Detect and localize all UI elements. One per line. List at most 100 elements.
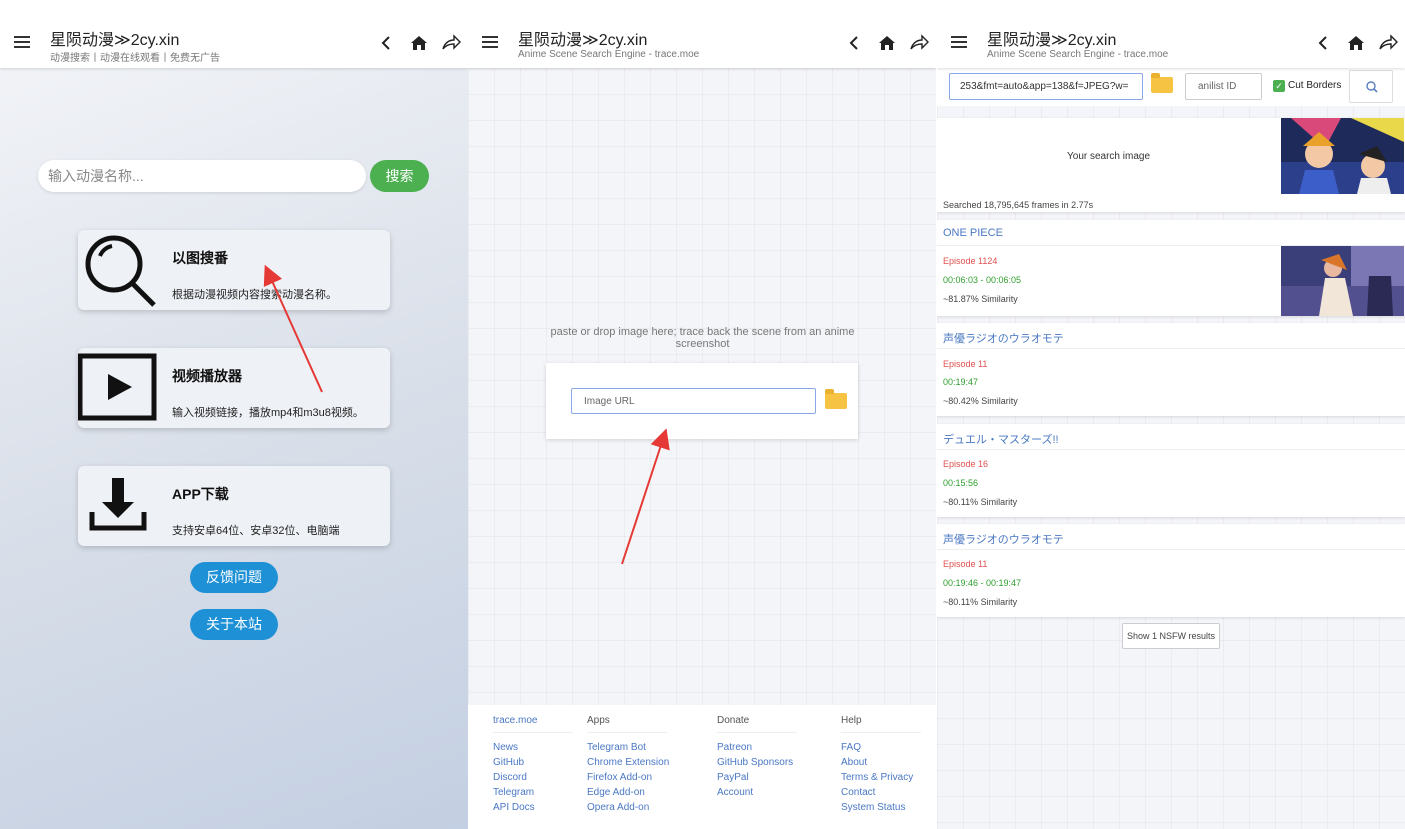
image-url-box [546, 363, 858, 439]
footer-col-donate: Donate Patreon GitHub Sponsors PayPal Ac… [717, 715, 797, 798]
app-title: 星陨动漫≫2cy.xin [50, 32, 180, 49]
footer-link[interactable]: Telegram [493, 787, 573, 798]
footer-link[interactable]: Terms & Privacy [841, 772, 921, 783]
search-button[interactable]: 搜索 [370, 160, 429, 192]
about-button[interactable]: 关于本站 [190, 609, 278, 640]
footer-link[interactable]: GitHub [493, 757, 573, 768]
feature-app-download[interactable]: APP下载 支持安卓64位、安卓32位、电脑端 [78, 466, 390, 546]
footer-link[interactable]: API Docs [493, 802, 573, 813]
result-title[interactable]: 声優ラジオのウラオモテ [943, 330, 1064, 346]
app-bar: 星陨动漫≫2cy.xin Anime Scene Search Engine -… [468, 0, 936, 68]
result-time: 00:15:56 [943, 478, 979, 488]
footer-link[interactable]: Firefox Add-on [587, 772, 669, 783]
footer-link[interactable]: Patreon [717, 742, 797, 753]
search-stats: Searched 18,795,645 frames in 2.77s [943, 200, 1094, 210]
footer-link[interactable]: About [841, 757, 921, 768]
result-episode: Episode 11 [943, 359, 988, 369]
result-card[interactable]: 声優ラジオのウラオモテ Episode 11 00:19:47 ~80.42% … [937, 323, 1405, 416]
result-episode: Episode 11 [943, 559, 988, 569]
result-title[interactable]: デュエル・マスターズ!! [943, 431, 1059, 447]
app-bar: 星陨动漫≫2cy.xin 动漫搜索丨动漫在线观看丨免费无广告 [0, 0, 468, 68]
footer-link[interactable]: Opera Add-on [587, 802, 669, 813]
back-icon[interactable] [844, 32, 866, 54]
share-icon[interactable] [908, 32, 930, 54]
footer-col-tracemoe: trace.moe News GitHub Discord Telegram A… [493, 715, 573, 813]
app-title: 星陨动漫≫2cy.xin [518, 32, 648, 49]
drop-hint: paste or drop image here; trace back the… [550, 326, 855, 350]
result-title[interactable]: 声優ラジオのウラオモテ [943, 531, 1064, 547]
result-similarity: ~80.42% Similarity [943, 396, 1018, 406]
feature-video-player[interactable]: 视频播放器 输入视频链接，播放mp4和m3u8视频。 [77, 348, 390, 428]
result-time: 00:06:03 - 00:06:05 [943, 275, 1022, 285]
footer-link[interactable]: Chrome Extension [587, 757, 669, 768]
folder-icon[interactable] [825, 389, 847, 409]
footer-link[interactable]: FAQ [841, 742, 921, 753]
result-title[interactable]: ONE PIECE [943, 227, 1003, 239]
search-button[interactable] [1349, 70, 1393, 103]
result-card[interactable]: 声優ラジオのウラオモテ Episode 11 00:19:46 - 00:19:… [937, 524, 1405, 617]
result-card[interactable]: ONE PIECE Episode 1124 00:06:03 - 00:06:… [937, 220, 1405, 316]
footer-col-apps: Apps Telegram Bot Chrome Extension Firef… [587, 715, 669, 813]
footer-link[interactable]: Discord [493, 772, 573, 783]
feature-desc: 根据动漫视频内容搜索动漫名称。 [172, 289, 337, 301]
panel-trace-results: 星陨动漫≫2cy.xin Anime Scene Search Engine -… [937, 0, 1405, 829]
footer-link[interactable]: GitHub Sponsors [717, 757, 797, 768]
search-icon [1366, 81, 1378, 93]
folder-icon[interactable] [1151, 73, 1173, 93]
app-subtitle: 动漫搜索丨动漫在线观看丨免费无广告 [50, 53, 220, 64]
feature-desc: 输入视频链接，播放mp4和m3u8视频。 [172, 407, 364, 419]
footer-link[interactable]: Edge Add-on [587, 787, 669, 798]
divider [937, 348, 1405, 349]
home-icon[interactable] [1345, 32, 1367, 54]
feature-title: 视频播放器 [172, 368, 242, 384]
feedback-button[interactable]: 反馈问题 [190, 562, 278, 593]
search-toolbar: 253&fmt=auto&app=138&f=JPEG?w= anilist I… [937, 68, 1405, 106]
panel-home: 星陨动漫≫2cy.xin 动漫搜索丨动漫在线观看丨免费无广告 搜索 以图搜番 根… [0, 0, 468, 829]
cut-borders-checkbox[interactable]: ✓ [1273, 80, 1285, 92]
feature-title: 以图搜番 [172, 250, 228, 266]
result-episode: Episode 1124 [943, 256, 998, 266]
footer-heading[interactable]: trace.moe [493, 715, 573, 733]
download-icon [78, 466, 158, 546]
app-title: 星陨动漫≫2cy.xin [987, 32, 1117, 49]
footer-link[interactable]: Telegram Bot [587, 742, 669, 753]
image-url-input[interactable] [571, 388, 816, 414]
footer-heading: Help [841, 715, 921, 733]
play-icon [77, 348, 158, 428]
app-subtitle: Anime Scene Search Engine - trace.moe [987, 49, 1169, 60]
share-icon[interactable] [1377, 32, 1399, 54]
anilist-id-input[interactable]: anilist ID [1185, 73, 1262, 100]
menu-icon[interactable] [14, 36, 30, 48]
share-icon[interactable] [440, 32, 462, 54]
cut-borders-label: Cut Borders [1288, 80, 1342, 91]
footer-heading: Donate [717, 715, 797, 733]
footer: trace.moe News GitHub Discord Telegram A… [468, 705, 936, 829]
back-icon[interactable] [376, 32, 398, 54]
feature-desc: 支持安卓64位、安卓32位、电脑端 [172, 525, 340, 537]
footer-link[interactable]: News [493, 742, 573, 753]
feature-image-search[interactable]: 以图搜番 根据动漫视频内容搜索动漫名称。 [78, 230, 390, 310]
your-image-label: Your search image [1067, 151, 1151, 162]
anime-search-input[interactable] [38, 160, 366, 192]
menu-icon[interactable] [951, 36, 967, 48]
divider [937, 449, 1405, 450]
search-image-card: Your search image Searched 18,795,645 fr… [937, 118, 1405, 212]
result-similarity: ~81.87% Similarity [943, 294, 1018, 304]
footer-col-help: Help FAQ About Terms & Privacy Contact S… [841, 715, 921, 813]
show-nsfw-button[interactable]: Show 1 NSFW results [1122, 623, 1220, 649]
result-time: 00:19:46 - 00:19:47 [943, 578, 1022, 588]
menu-icon[interactable] [482, 36, 498, 48]
home-icon[interactable] [408, 32, 430, 54]
result-thumbnail[interactable] [1281, 246, 1404, 316]
back-icon[interactable] [1313, 32, 1335, 54]
result-similarity: ~80.11% Similarity [943, 597, 1018, 607]
result-card[interactable]: デュエル・マスターズ!! Episode 16 00:15:56 ~80.11%… [937, 424, 1405, 517]
panel-trace-upload: 星陨动漫≫2cy.xin Anime Scene Search Engine -… [468, 0, 936, 829]
footer-link[interactable]: Contact [841, 787, 921, 798]
result-episode: Episode 16 [943, 459, 989, 469]
home-icon[interactable] [876, 32, 898, 54]
footer-link[interactable]: Account [717, 787, 797, 798]
image-url-input[interactable]: 253&fmt=auto&app=138&f=JPEG?w= [949, 73, 1143, 100]
footer-link[interactable]: System Status [841, 802, 921, 813]
footer-link[interactable]: PayPal [717, 772, 797, 783]
